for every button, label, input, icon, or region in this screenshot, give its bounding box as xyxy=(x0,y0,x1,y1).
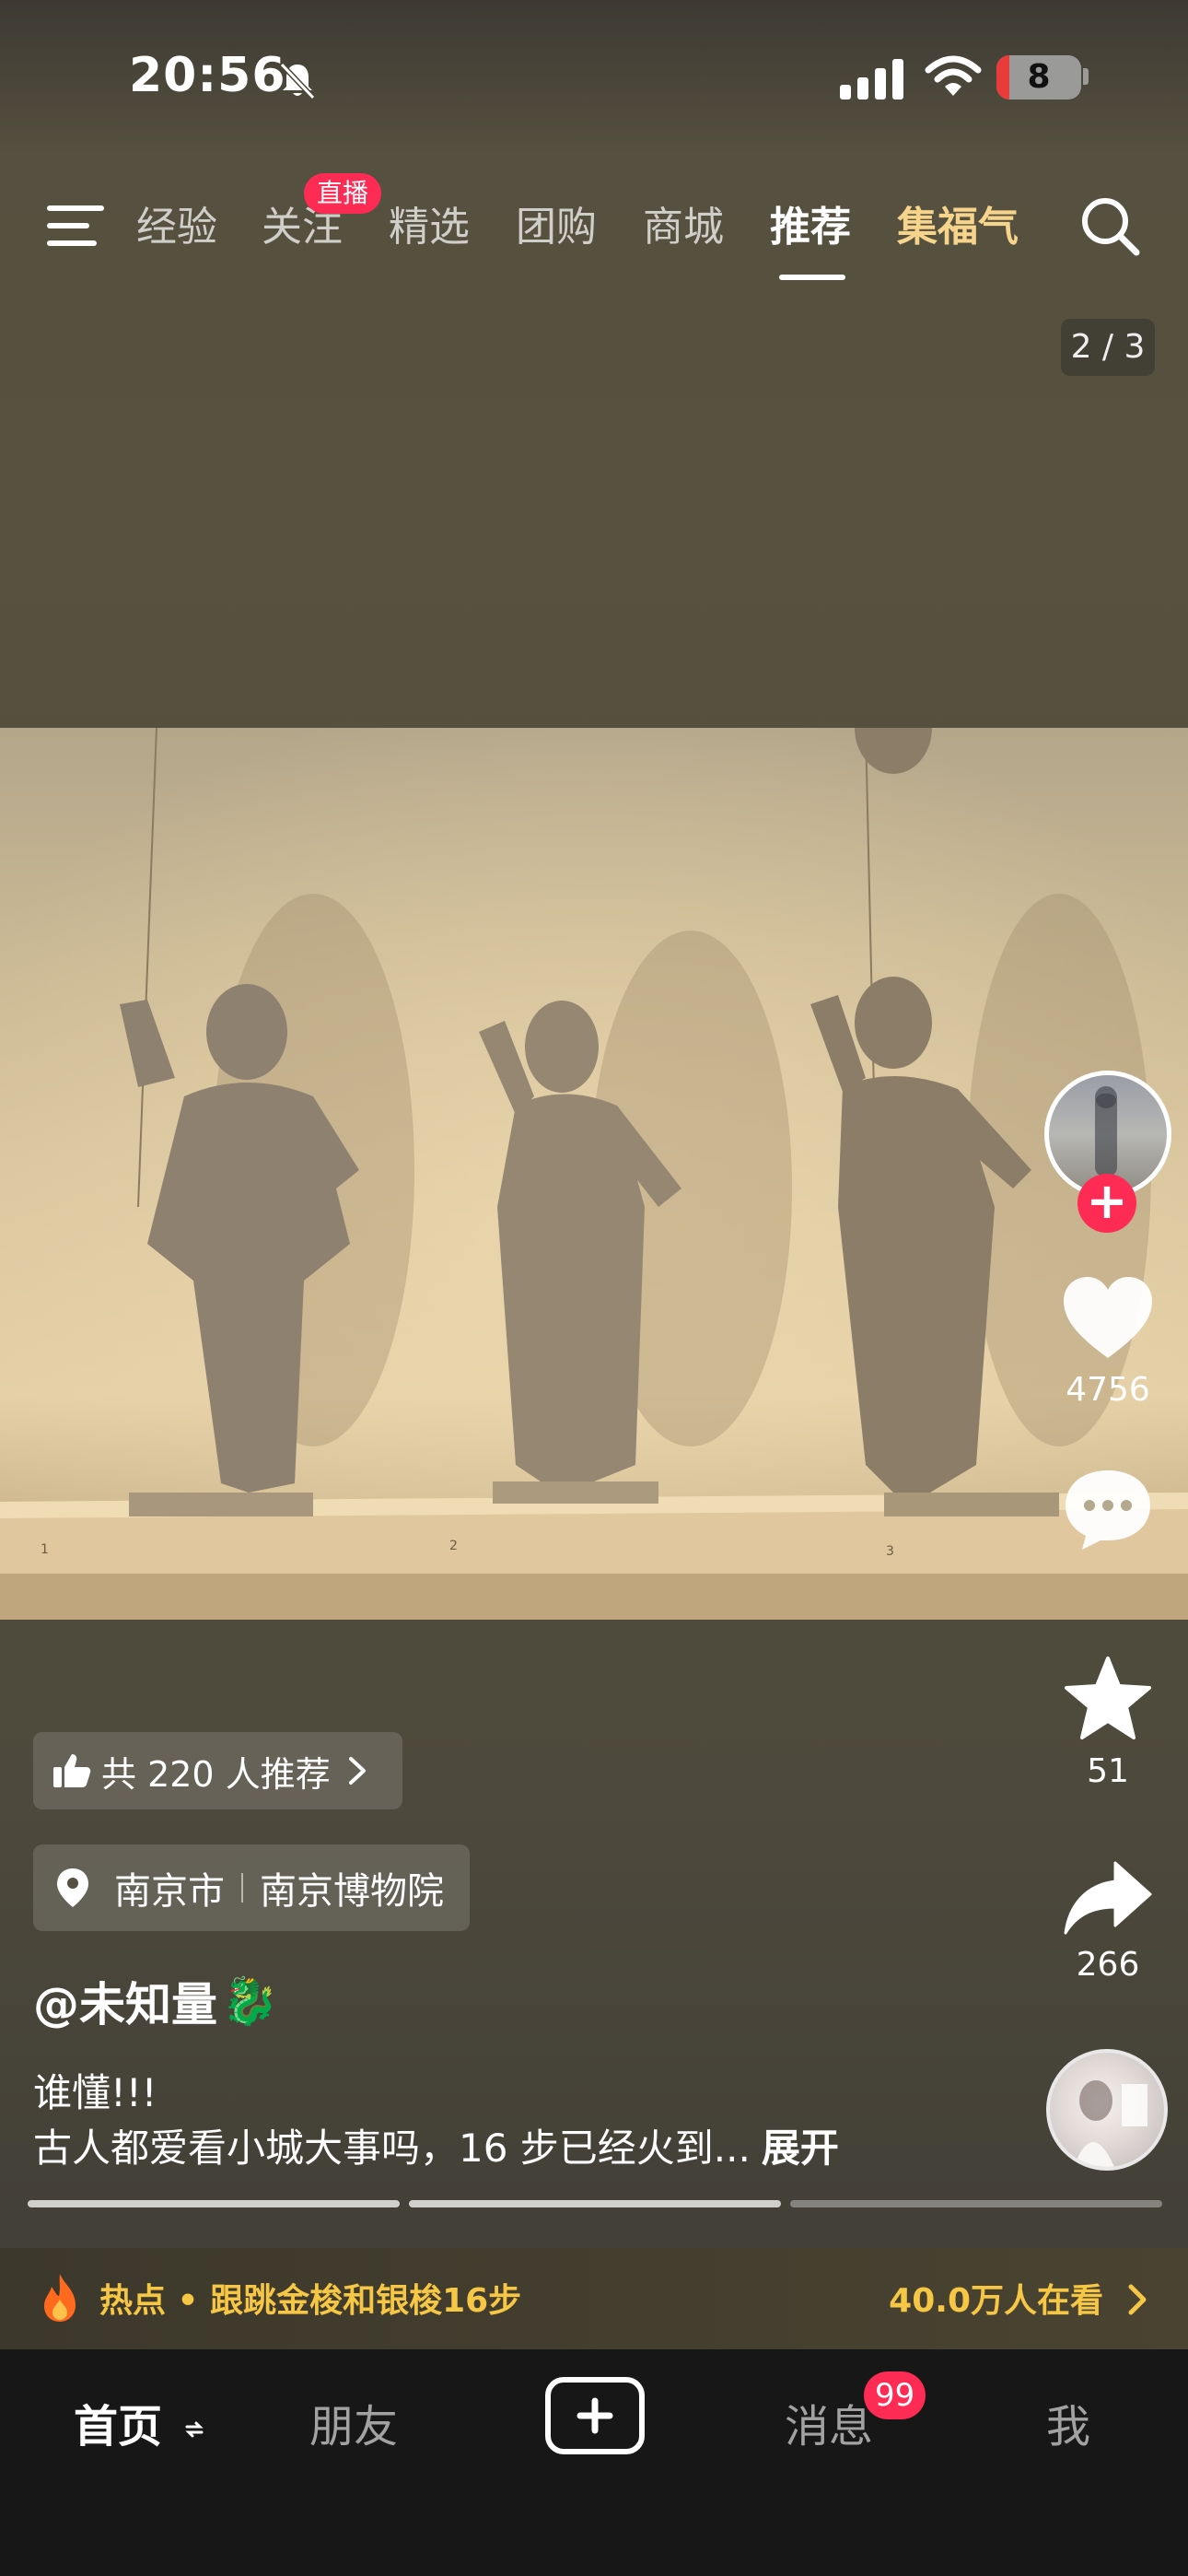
chevron-right-icon xyxy=(1128,2284,1147,2315)
like-count: 4756 xyxy=(1066,1371,1150,1409)
wifi-icon xyxy=(925,55,982,96)
hot-topic-bar[interactable]: 热点 • 跟跳金梭和银梭16步 40.0万人在看 xyxy=(0,2248,1188,2349)
messages-badge: 99 xyxy=(864,2371,926,2419)
search-icon[interactable] xyxy=(1077,193,1144,260)
hot-topic-text: 热点 • 跟跳金梭和银梭16步 xyxy=(99,2282,522,2320)
active-tab-underline xyxy=(779,275,845,280)
location-chip[interactable]: 南京市 南京博物院 xyxy=(33,1844,470,1931)
exhibit-label-2: 2 xyxy=(449,1539,458,1553)
cellular-signal-icon xyxy=(840,59,903,100)
location-separator xyxy=(241,1873,243,1903)
menu-icon[interactable] xyxy=(46,203,105,249)
location-city: 南京市 xyxy=(114,1870,225,1913)
share-arrow-icon xyxy=(1064,1861,1152,1935)
like-button[interactable]: 4756 xyxy=(1041,1273,1175,1409)
hot-watching-count: 40.0万人在看 xyxy=(889,2282,1103,2320)
exhibit-label-3: 3 xyxy=(886,1544,894,1559)
tab-recommended[interactable]: 推荐 xyxy=(770,193,851,252)
share-count: 266 xyxy=(1076,1946,1140,1984)
live-badge: 直播 xyxy=(304,173,382,214)
post-description-line-2: 古人都爱看小城大事吗，16 步已经火到... 展开 xyxy=(33,2125,839,2171)
nav-me[interactable]: 我 xyxy=(1046,2390,1090,2454)
clock: 20:56 xyxy=(129,48,286,103)
create-button[interactable] xyxy=(545,2377,645,2454)
refresh-arrows-icon xyxy=(185,2421,204,2438)
dragon-emoji: 🐉 xyxy=(221,1973,279,2028)
status-bar: 20:56 8 xyxy=(0,0,1188,157)
silent-bell-icon xyxy=(279,62,316,100)
follow-button[interactable]: + xyxy=(1077,1174,1136,1233)
image-page-indicator: 2 / 3 xyxy=(1061,319,1155,376)
tab-collect-fortune[interactable]: 集福气 xyxy=(897,193,1019,252)
post-description-line-1: 谁懂!!! xyxy=(33,2070,157,2115)
tab-experience[interactable]: 经验 xyxy=(136,193,217,252)
author-name[interactable]: @未知量 🐉 xyxy=(33,1968,278,2034)
tab-mall[interactable]: 商城 xyxy=(643,193,724,252)
exhibit-label-1: 1 xyxy=(41,1542,49,1557)
flame-icon xyxy=(44,2274,76,2322)
battery-indicator: 8 xyxy=(996,55,1081,100)
comment-button[interactable] xyxy=(1041,1465,1175,1557)
plus-icon xyxy=(577,2397,613,2434)
thumbs-up-icon xyxy=(53,1754,91,1787)
top-nav: 经验 关注 直播 精选 团购 商城 推荐 集福气 xyxy=(0,166,1188,286)
location-place: 南京博物院 xyxy=(260,1870,444,1913)
share-button[interactable]: 266 xyxy=(1041,1859,1175,1984)
comment-icon xyxy=(1066,1470,1150,1550)
favorite-count: 51 xyxy=(1087,1752,1129,1790)
recommend-chip[interactable]: 共 220 人推荐 xyxy=(33,1732,402,1809)
location-pin-icon xyxy=(57,1868,88,1907)
image-progress-segment-1 xyxy=(28,2200,400,2207)
image-progress-segment-2 xyxy=(409,2200,781,2207)
museum-figurines-illustration: 1 2 3 xyxy=(0,728,1188,1620)
star-icon xyxy=(1065,1657,1151,1739)
expand-button[interactable]: 展开 xyxy=(762,2125,839,2171)
chevron-right-icon xyxy=(348,1757,366,1785)
tab-group-buy[interactable]: 团购 xyxy=(516,193,597,252)
heart-icon xyxy=(1064,1277,1152,1358)
favorite-button[interactable]: 51 xyxy=(1041,1655,1175,1790)
recommend-count-label: 共 220 人推荐 xyxy=(101,1753,331,1795)
tab-featured[interactable]: 精选 xyxy=(389,193,470,252)
nav-home[interactable]: 首页 xyxy=(74,2390,205,2454)
post-photo[interactable]: 1 2 3 xyxy=(0,728,1188,1620)
battery-tip xyxy=(1083,68,1089,85)
nav-friends[interactable]: 朋友 xyxy=(309,2390,398,2454)
image-progress-segment-3 xyxy=(790,2200,1162,2207)
nav-messages[interactable]: 消息 xyxy=(785,2390,873,2454)
music-disc[interactable] xyxy=(1046,2049,1168,2171)
bottom-nav: 首页 朋友 消息 99 我 xyxy=(0,2349,1188,2576)
